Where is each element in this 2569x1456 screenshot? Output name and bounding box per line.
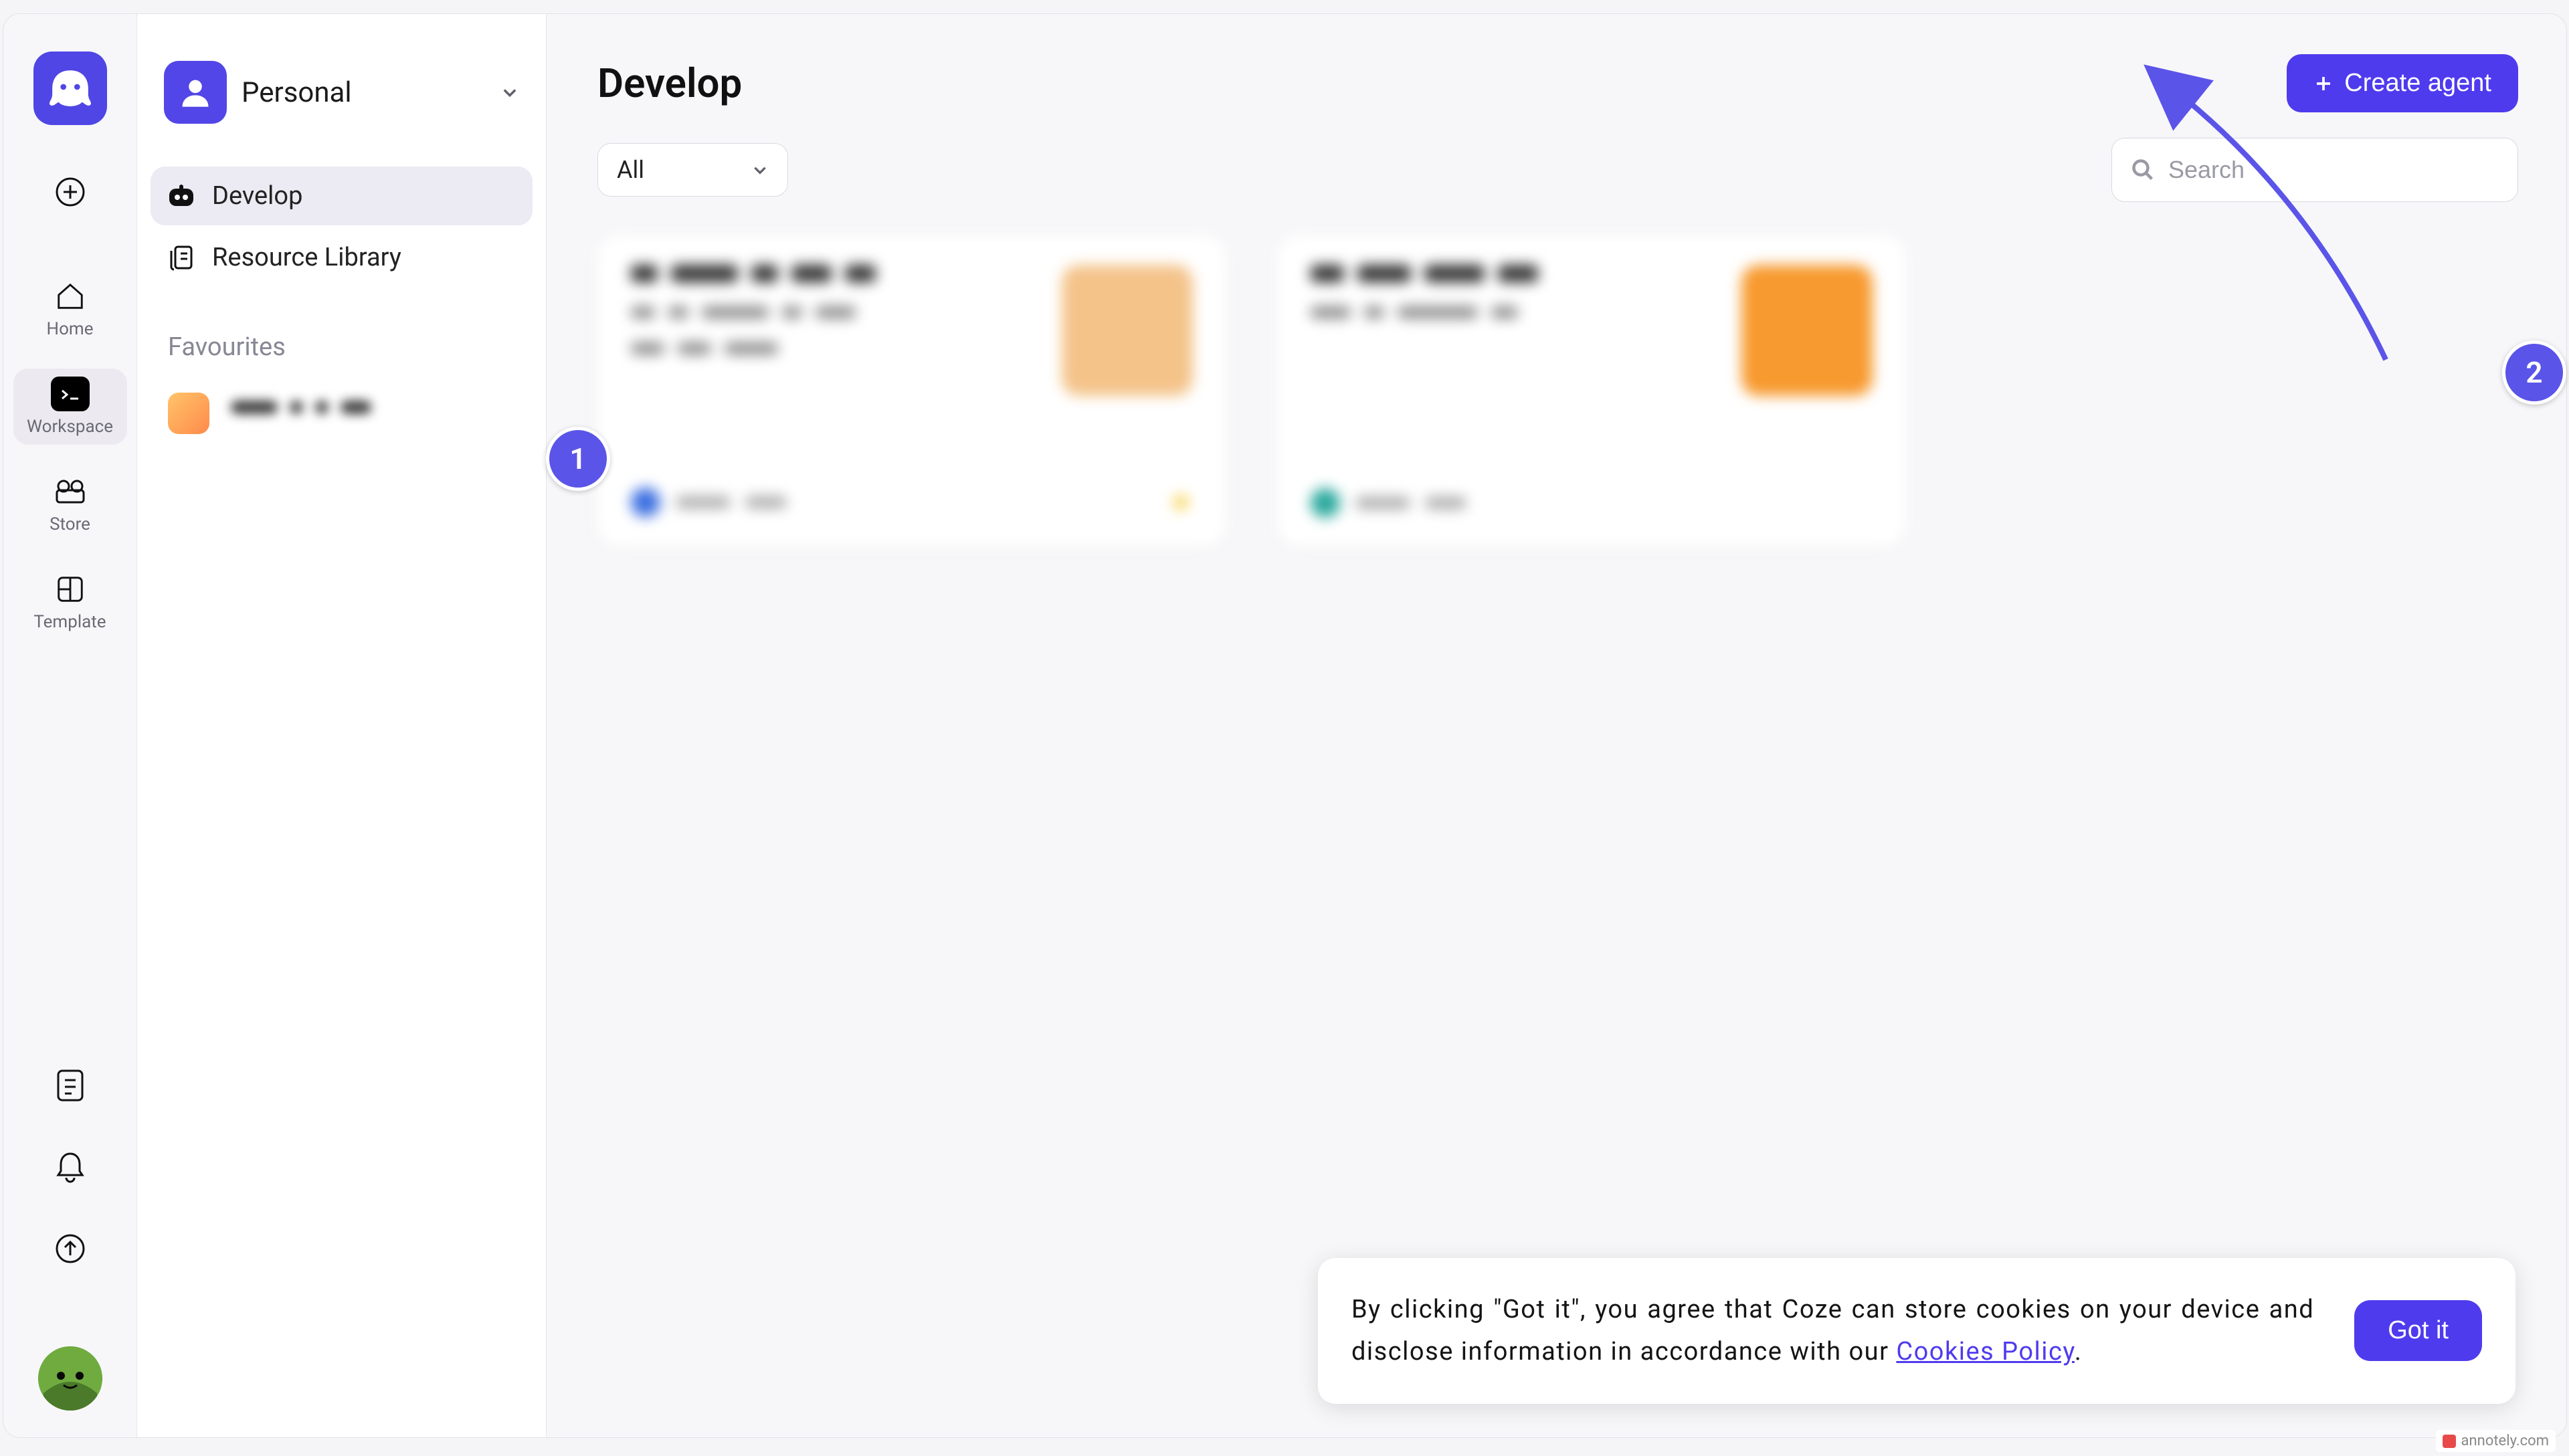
cookies-policy-link[interactable]: Cookies Policy xyxy=(1896,1337,2075,1366)
search-input[interactable] xyxy=(2168,156,2499,184)
terminal-icon xyxy=(51,377,90,411)
bot-icon xyxy=(168,183,195,209)
cookie-banner: By clicking "Got it", you agree that Coz… xyxy=(1318,1258,2515,1404)
rail-item-home[interactable]: Home xyxy=(13,271,127,347)
favourite-item-icon xyxy=(168,393,209,434)
create-agent-button[interactable]: Create agent xyxy=(2287,54,2518,112)
sidebar-item-resource-library[interactable]: Resource Library xyxy=(151,228,533,287)
favourites-title: Favourites xyxy=(151,316,533,378)
profile-avatar[interactable] xyxy=(38,1346,102,1411)
person-icon xyxy=(164,61,227,124)
bell-icon[interactable] xyxy=(53,1150,88,1184)
icon-rail: Home Workspace Store Template xyxy=(3,14,137,1437)
search-icon xyxy=(2131,157,2155,183)
page-title: Develop xyxy=(597,60,2287,107)
brand-logo[interactable] xyxy=(33,51,107,125)
sidebar: Personal Develop Resource Library Favour… xyxy=(137,14,547,1437)
rail-item-workspace-label: Workspace xyxy=(27,417,113,437)
add-button[interactable] xyxy=(52,173,89,211)
octopus-icon xyxy=(48,69,92,108)
docs-icon[interactable] xyxy=(53,1068,88,1103)
chevron-down-icon xyxy=(500,83,519,102)
store-icon xyxy=(51,474,90,509)
annotation-arrows xyxy=(547,14,2566,1437)
got-it-button[interactable]: Got it xyxy=(2354,1300,2482,1361)
favourite-item[interactable] xyxy=(151,378,533,449)
main-content: Develop Create agent All xyxy=(547,14,2566,1437)
rail-item-home-label: Home xyxy=(47,319,94,339)
rail-item-template-label: Template xyxy=(33,612,106,632)
agent-cards: ★ xyxy=(597,235,2518,547)
chevron-down-icon xyxy=(751,161,769,179)
sidebar-item-develop[interactable]: Develop xyxy=(151,167,533,225)
agent-card-thumb xyxy=(1062,265,1193,396)
attribution: annotely.com xyxy=(2436,1430,2556,1452)
template-icon xyxy=(51,572,90,607)
sidebar-develop-label: Develop xyxy=(212,181,302,211)
workspace-label: Personal xyxy=(242,76,486,109)
plus-icon xyxy=(2313,74,2334,94)
upload-icon[interactable] xyxy=(53,1231,88,1266)
agent-card-thumb xyxy=(1741,265,1873,396)
rail-item-store[interactable]: Store xyxy=(13,466,127,542)
home-icon xyxy=(51,279,90,314)
cookie-text: By clicking "Got it", you agree that Coz… xyxy=(1351,1289,2314,1373)
rail-item-template[interactable]: Template xyxy=(13,564,127,640)
search-box[interactable] xyxy=(2111,138,2518,202)
create-agent-label: Create agent xyxy=(2344,69,2491,98)
workspace-switch[interactable]: Personal xyxy=(151,54,533,130)
agent-card[interactable] xyxy=(1277,235,1906,547)
filter-select[interactable]: All xyxy=(597,143,788,197)
sidebar-resource-label: Resource Library xyxy=(212,243,401,272)
favourite-item-blurred-text xyxy=(231,401,418,426)
filter-value: All xyxy=(617,156,644,184)
library-icon xyxy=(168,245,195,270)
plus-circle-icon xyxy=(54,176,86,208)
rail-item-workspace[interactable]: Workspace xyxy=(13,369,127,445)
rail-item-store-label: Store xyxy=(50,514,90,534)
agent-card[interactable]: ★ xyxy=(597,235,1226,547)
